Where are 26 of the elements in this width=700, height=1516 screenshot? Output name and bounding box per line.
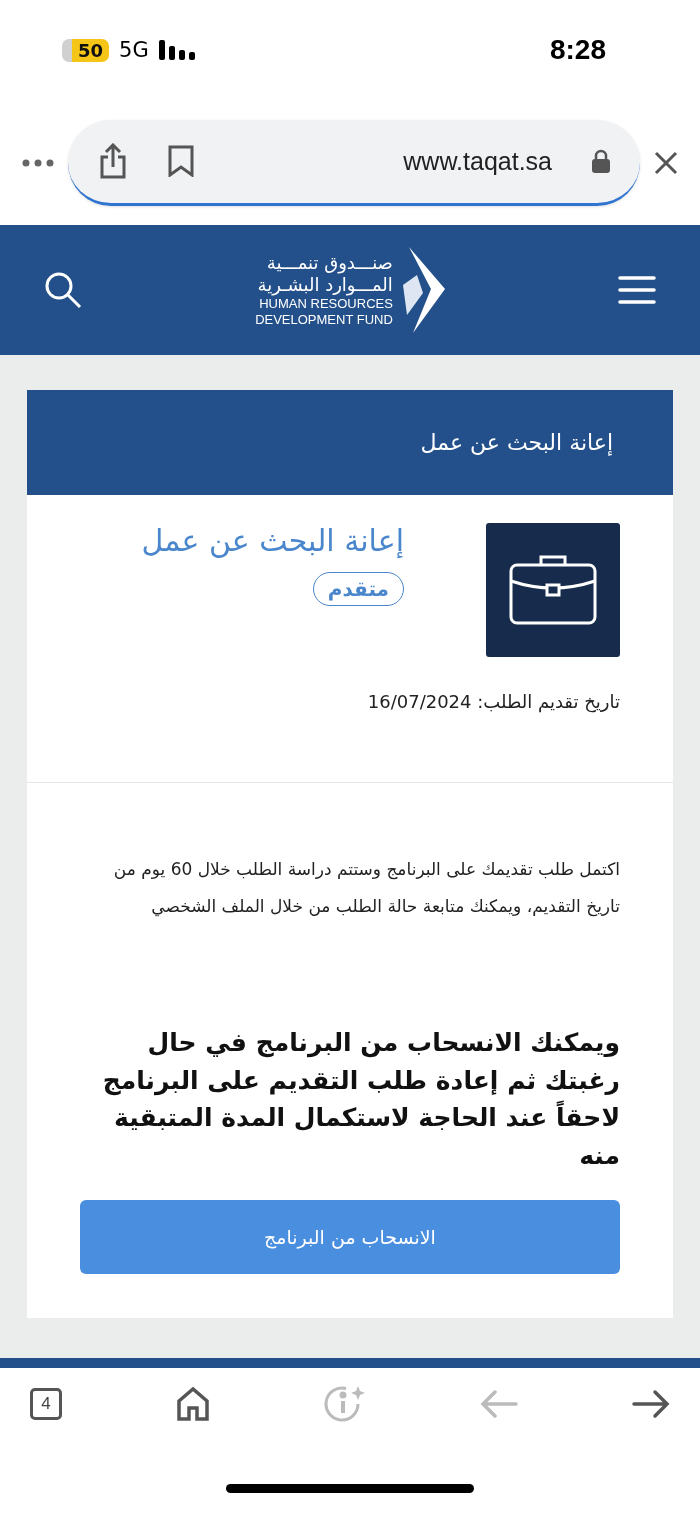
logo-text: DEVELOPMENT FUND: [255, 312, 393, 328]
url-text: www.taqat.sa: [403, 146, 552, 176]
logo-text: HUMAN RESOURCES: [259, 296, 393, 312]
tabs-button[interactable]: 4: [30, 1388, 62, 1420]
forward-arrow-icon[interactable]: [632, 1389, 670, 1419]
lock-icon: [592, 149, 610, 173]
status-message: اكتمل طلب تقديمك على البرنامج وستتم دراسة الطلب خلال 60 يوم من تاريخ التقديم، ويمكنك متابعة حالة الطلب من خلال الملف الشخصي: [112, 858, 621, 919]
address-bar[interactable]: www.taqat.sa: [68, 119, 640, 206]
battery-level: 50: [62, 38, 110, 62]
application-date: تاريخ تقديم الطلب: 16/07/2024: [366, 690, 621, 715]
program-title: إعانة البحث عن عمل: [141, 523, 404, 558]
briefcase-icon: [509, 555, 597, 625]
close-icon[interactable]: [654, 150, 678, 175]
logo-text: المـــوارد البشـرية: [257, 274, 393, 296]
logo-text: صنـــدوق تنمـــية: [266, 252, 393, 274]
network-type: 5G: [119, 38, 149, 62]
bookmark-icon[interactable]: [168, 145, 194, 177]
signal-icon: [158, 40, 195, 60]
home-icon[interactable]: [176, 1387, 210, 1421]
menu-icon[interactable]: [618, 276, 656, 304]
clock: 8:28: [549, 34, 606, 66]
share-icon[interactable]: [98, 143, 128, 179]
search-icon[interactable]: [44, 271, 82, 309]
more-icon[interactable]: [22, 158, 54, 167]
section-title: إعانة البحث عن عمل: [420, 430, 613, 455]
withdraw-note: ويمكنك الانسحاب من البرنامج في حال رغبتك ثم إعادة طلب التقديم على البرنامج لاحقاً عند الحاجة لاستكمال المدة المتبقية منه: [101, 1027, 621, 1172]
